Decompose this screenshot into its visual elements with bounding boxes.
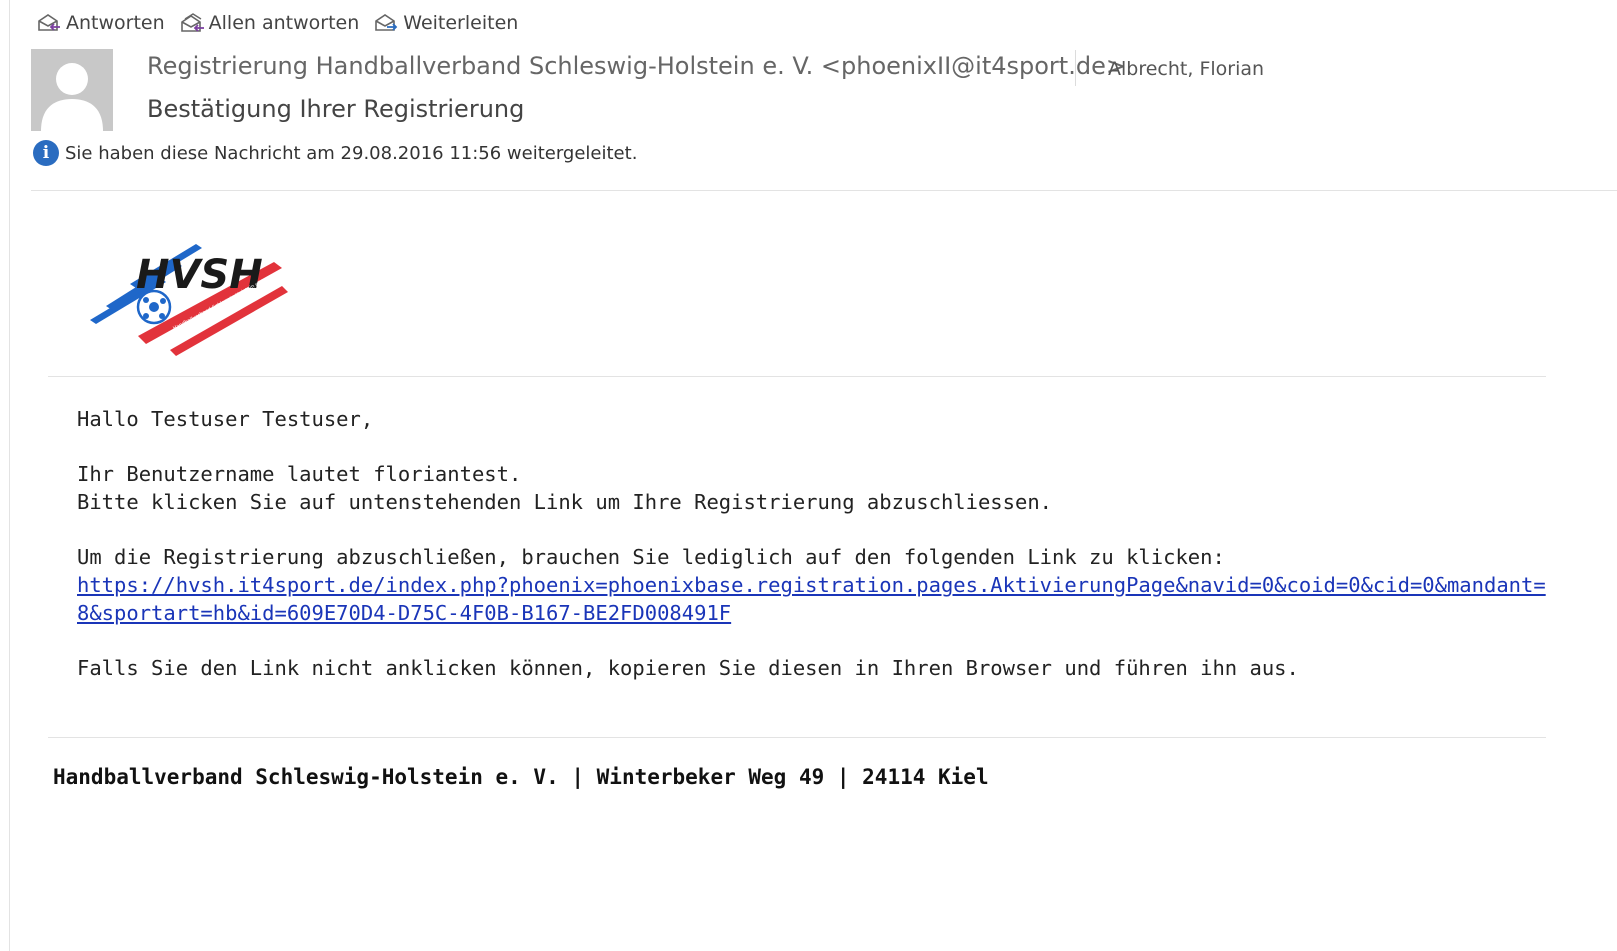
hvsh-logo: HVSH Handballverband Schleswig-Holstein …: [90, 244, 288, 356]
body-divider-top: [48, 376, 1546, 377]
forward-button[interactable]: Weiterleiten: [373, 12, 518, 34]
reply-all-button[interactable]: Allen antworten: [179, 12, 360, 34]
footer-address: Handballverband Schleswig-Holstein e. V.…: [53, 765, 989, 789]
recipient-name[interactable]: Albrecht, Florian: [1108, 58, 1264, 80]
greeting: Hallo Testuser Testuser,: [77, 407, 374, 431]
reply-all-label: Allen antworten: [208, 12, 360, 34]
forward-icon: [375, 14, 398, 31]
username-line: Ihr Benutzername lautet floriantest.: [77, 462, 522, 486]
reply-label: Antworten: [66, 12, 165, 34]
activation-link[interactable]: https://hvsh.it4sport.de/index.php?phoen…: [77, 573, 1546, 625]
message-subject: Bestätigung Ihrer Registrierung: [147, 95, 525, 123]
info-icon: i: [33, 140, 59, 166]
message-body: Hallo Testuser Testuser, Ihr Benutzernam…: [77, 405, 1547, 682]
logo-ball-icon: [136, 289, 172, 325]
header-divider: [31, 190, 1617, 191]
fallback-line: Falls Sie den Link nicht anklicken könne…: [77, 656, 1299, 680]
forwarded-info-text: Sie haben diese Nachricht am 29.08.2016 …: [65, 142, 638, 164]
person-icon: [41, 63, 103, 131]
reply-button[interactable]: Antworten: [36, 12, 165, 34]
instruction-line: Bitte klicken Sie auf untenstehenden Lin…: [77, 490, 1053, 514]
header-separator: [1075, 50, 1076, 86]
sender-address[interactable]: Registrierung Handballverband Schleswig-…: [147, 52, 1126, 80]
body-divider-bottom: [48, 737, 1546, 738]
sender-avatar: [31, 49, 113, 131]
link-intro-line: Um die Registrierung abzuschließen, brau…: [77, 545, 1225, 569]
reply-icon: [38, 14, 60, 31]
forwarded-infobar: i Sie haben diese Nachricht am 29.08.201…: [33, 140, 637, 166]
reply-all-icon: [180, 13, 204, 32]
message-toolbar: Antworten Allen antworten Weiterleiten: [36, 10, 518, 36]
forward-label: Weiterleiten: [403, 12, 519, 34]
left-border: [9, 0, 10, 951]
